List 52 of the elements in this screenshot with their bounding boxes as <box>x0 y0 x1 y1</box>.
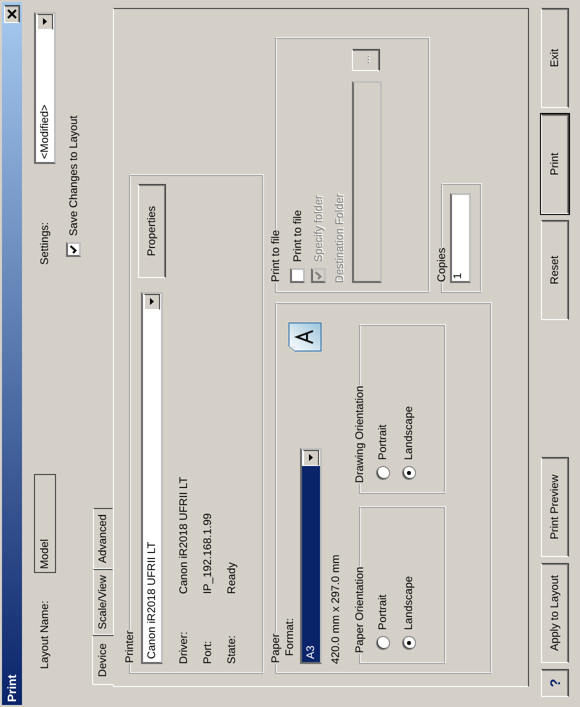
dialog-button[interactable]: Exit <box>541 8 569 108</box>
check-icon <box>314 271 323 280</box>
detail-value: Canon iR2018 UFRII LT <box>178 476 190 594</box>
radio-button[interactable] <box>402 636 416 650</box>
detail-value: IP_192.168.1.99 <box>202 513 214 594</box>
radio-label: Landscape <box>403 406 415 460</box>
detail-value: Ready <box>226 562 238 594</box>
detail-label: State: <box>226 634 238 664</box>
radio-button[interactable] <box>376 636 390 650</box>
group-title: Paper <box>270 632 282 664</box>
window-title: Print <box>5 674 19 702</box>
save-changes-checkbox[interactable] <box>66 242 81 257</box>
properties-button[interactable]: Properties <box>138 184 166 278</box>
radio-label: Portrait <box>377 594 389 630</box>
tab[interactable]: Advanced <box>93 508 113 570</box>
format-label: Format: <box>284 617 296 658</box>
radio-label: Portrait <box>377 424 389 460</box>
destination-folder-field[interactable] <box>352 81 382 283</box>
help-button[interactable]: ? <box>541 669 569 697</box>
radio-label: Landscape <box>403 576 415 630</box>
close-button[interactable] <box>4 5 20 23</box>
settings-label: Settings: <box>39 222 51 265</box>
page-letter-icon <box>288 322 322 352</box>
radio-button[interactable] <box>376 466 390 480</box>
settings-dropdown[interactable]: <Modified> <box>34 12 56 164</box>
close-icon <box>7 9 17 19</box>
dialog-button[interactable]: Print <box>541 114 569 214</box>
checkbox-label: Print to file <box>292 210 304 262</box>
checkbox[interactable] <box>290 268 305 283</box>
layout-name-label: Layout Name: <box>39 600 51 669</box>
save-changes-label: Save Changes to Layout <box>68 116 80 236</box>
paper-dimensions: 420.0 mm x 297.0 mm <box>329 554 342 664</box>
layout-name-field: Model <box>34 474 56 573</box>
copies-field[interactable]: 1 <box>450 193 471 283</box>
group-title: Print to file <box>270 229 282 283</box>
group-title: Drawing Orientation <box>354 384 366 484</box>
tab[interactable]: Scale/View <box>93 569 113 636</box>
group-title: Paper Orientation <box>354 566 366 654</box>
format-dropdown[interactable]: A3 <box>300 448 322 664</box>
detail-label: Port: <box>202 640 214 664</box>
radio-button[interactable] <box>402 466 416 480</box>
printer-dropdown[interactable]: Canon iR2018 UFRII LT <box>141 292 163 664</box>
check-icon <box>69 245 78 254</box>
destination-folder-label: Destination Folder <box>333 192 346 283</box>
group-title: Printer <box>124 630 136 664</box>
checkbox-label: Specify folder <box>312 195 324 262</box>
dialog-button[interactable]: Print Preview <box>541 457 569 557</box>
group-title: Copies <box>436 246 448 283</box>
dialog-button[interactable]: Apply to Layout <box>541 563 569 663</box>
detail-label: Driver: <box>178 630 190 664</box>
tab[interactable]: Device <box>92 635 114 685</box>
dialog-button[interactable]: Reset <box>541 220 569 320</box>
